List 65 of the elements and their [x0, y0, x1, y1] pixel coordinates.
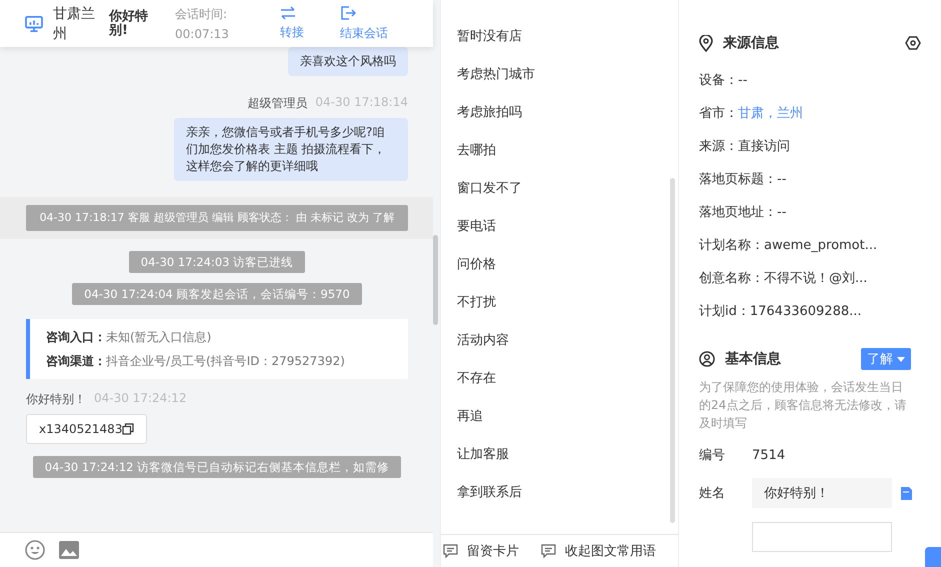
quick-reply-item[interactable]: 要电话 [456, 216, 670, 254]
quick-reply-item[interactable]: 拿到联系后 [456, 482, 670, 520]
entry-value: 抖音企业号/员工号(抖音号ID：279527392) [106, 353, 345, 370]
quick-reply-item[interactable]: 不打扰 [456, 292, 670, 330]
info-text: 计划id：176433609288... [699, 303, 862, 321]
quick-reply-item[interactable]: 去哪拍 [456, 140, 670, 178]
message-icon [442, 544, 458, 558]
footer-link[interactable]: 留资卡片 [442, 542, 519, 560]
quick-reply-item[interactable]: 再追 [456, 406, 670, 444]
agent-message: 亲亲，您微信号或者手机号多少呢?咱们加您发价格表 主题 拍摄流程看下，这样您会了解的更详细哦 [174, 118, 408, 181]
entry-value: 未知(暂无入口信息) [106, 329, 212, 346]
section-title: 来源信息 [723, 34, 779, 52]
input-field[interactable] [752, 522, 892, 552]
swap-arrows-icon [280, 6, 296, 20]
field-label: 编号 [699, 447, 726, 464]
session-time: 00:07:13 [175, 26, 230, 42]
caret-icon [897, 356, 905, 362]
emoji-icon[interactable] [25, 540, 45, 560]
quick-reply-item[interactable]: 问价格 [456, 254, 670, 292]
system-notice: 04-30 17:18:17 客服 超级管理员 编辑 顾客状态： 由 未标记 改为 了解 [26, 205, 408, 231]
document-icon[interactable] [900, 486, 913, 500]
exit-icon [340, 5, 356, 21]
visitor-location: 甘肃兰州 [53, 4, 96, 44]
field-value: 7514 [752, 448, 786, 462]
message-time: 04-30 17:18:14 [315, 95, 408, 111]
scrollbar-thumb[interactable] [670, 178, 675, 523]
message-time: 04-30 17:24:12 [94, 391, 187, 407]
quick-reply-item[interactable]: 考虑热门城市 [456, 64, 670, 102]
info-text: 来源：直接访问 [699, 138, 790, 156]
system-notice: 04-30 17:24:04 顾客发起会话，会话编号：9570 [72, 283, 362, 305]
sender-name: 你好特别！ [26, 391, 86, 408]
location-pin-icon [699, 34, 713, 52]
image-icon[interactable] [59, 541, 79, 559]
quick-reply-item[interactable]: 让加客服 [456, 444, 670, 482]
info-label: 省市： [699, 105, 738, 123]
section-title: 基本信息 [725, 350, 781, 368]
field-label: 姓名 [699, 485, 726, 502]
quick-reply-item[interactable]: 暂时没有店 [456, 26, 670, 64]
message-text: x1340521483 [39, 422, 122, 436]
info-text: 设备：-- [699, 72, 748, 90]
sender-name: 超级管理员 [247, 95, 308, 112]
quick-reply-item[interactable]: 窗口发不了 [456, 178, 670, 216]
user-icon [699, 351, 715, 367]
session-time-label: 会话时间: [175, 6, 228, 22]
system-notice: 04-30 17:24:03 访客已进线 [128, 251, 306, 273]
info-text: 创意名称：不得不说！@刘... [699, 270, 868, 288]
name-input[interactable]: 你好特别！ [752, 478, 892, 508]
info-text: 落地页地址：-- [699, 204, 786, 222]
monitor-icon [25, 16, 43, 32]
footer-link[interactable]: 收起图文常用语 [540, 542, 656, 560]
quick-reply-item[interactable]: 考虑旅拍吗 [456, 102, 670, 140]
quick-reply-item[interactable]: 不存在 [456, 368, 670, 406]
entry-label: 咨询渠道： [46, 353, 106, 370]
entry-label: 咨询入口： [46, 329, 106, 346]
settings-icon[interactable] [905, 35, 921, 51]
message-icon [540, 544, 556, 558]
notice-text: 为了保障您的使用体验，会话发生当日的24点之后，顾客信息将无法修改，请及时填写 [699, 379, 908, 432]
visitor-name: 你好特别! [109, 10, 149, 38]
scrollbar-thumb[interactable] [432, 235, 438, 325]
agent-message: 亲喜欢这个风格吗 [288, 47, 408, 76]
copy-icon[interactable] [122, 423, 134, 435]
info-text: 落地页标题：-- [699, 171, 786, 189]
info-text: 计划名称：aweme_promot... [699, 237, 878, 255]
quick-reply-item[interactable]: 活动内容 [456, 330, 670, 368]
system-notice: 04-30 17:24:12 访客微信号已自动标记右侧基本信息栏，如需修 [32, 456, 402, 478]
